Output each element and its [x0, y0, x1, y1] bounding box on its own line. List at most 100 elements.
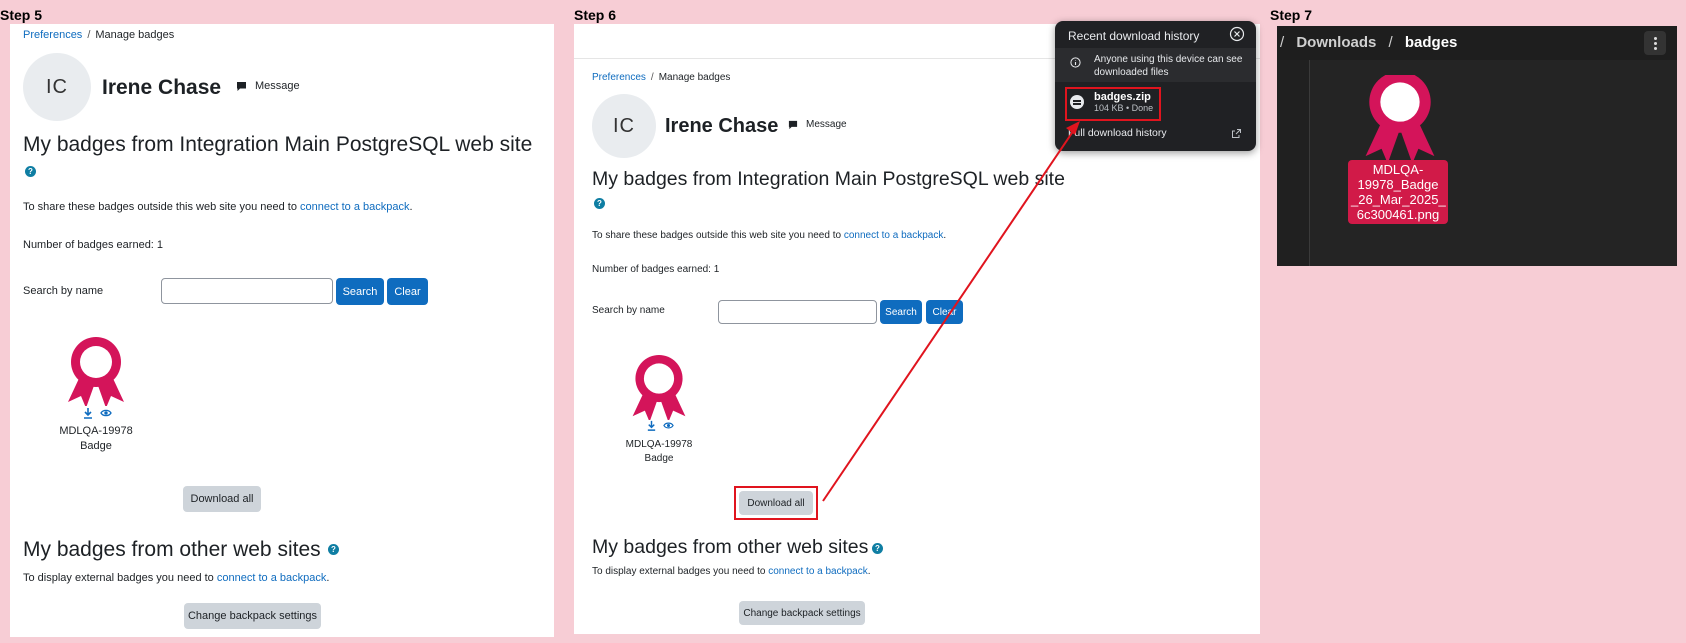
file-name-line4: 6c300461.png — [1356, 207, 1440, 222]
download-icon-6[interactable] — [646, 420, 657, 431]
badge-image-6[interactable] — [626, 354, 692, 422]
help-icon[interactable]: ? — [25, 166, 36, 177]
file-manager-window: / Downloads / badges MDLQA- 19978_Badge … — [1277, 26, 1677, 266]
external-text-prefix-6: To display external badges you need to — [592, 566, 766, 577]
search-button-6[interactable]: Search — [880, 300, 922, 324]
breadcrumb: Preferences / Manage badges — [23, 29, 174, 41]
zip-file-icon — [1070, 95, 1084, 109]
external-text-6: To display external badges you need to c… — [592, 566, 871, 577]
badge-actions — [77, 407, 117, 419]
help-icon-6[interactable]: ? — [594, 198, 605, 209]
breadcrumb-current: Manage badges — [95, 29, 175, 41]
avatar[interactable]: IC — [23, 53, 91, 121]
file-name-line2: 19978_Badge — [1357, 177, 1439, 192]
view-icon-6[interactable] — [663, 420, 674, 431]
download-all-button-6[interactable]: Download all — [739, 491, 813, 515]
avatar-6[interactable]: IC — [592, 94, 656, 158]
message-icon-6 — [788, 120, 798, 129]
step-7-label: Step 7 — [1270, 7, 1313, 23]
message-icon — [237, 81, 246, 91]
connect-backpack-link-6[interactable]: connect to a backpack — [844, 230, 944, 241]
search-input[interactable] — [161, 278, 333, 304]
badge-name-6[interactable]: MDLQA-19978 Badge — [612, 438, 706, 466]
user-name-6: Irene Chase — [665, 115, 779, 137]
external-link-icon[interactable] — [1231, 128, 1242, 139]
help-icon-other[interactable]: ? — [328, 544, 339, 555]
badge-name[interactable]: MDLQA-19978 Badge — [48, 424, 144, 454]
breadcrumb-current-6: Manage badges — [658, 72, 731, 83]
sidebar-strip — [1277, 60, 1310, 266]
file-name-line3: _26_Mar_2025_ — [1351, 192, 1446, 207]
badges-count-6: Number of badges earned: 1 — [592, 264, 720, 275]
view-icon[interactable] — [100, 407, 112, 419]
breadcrumb-preferences-link-6[interactable]: Preferences — [592, 72, 646, 83]
ribbon-badge-icon-6 — [632, 354, 686, 422]
share-text-suffix: . — [409, 201, 413, 213]
download-file-name: badges.zip — [1094, 91, 1151, 103]
file-name-line1: MDLQA- — [1372, 162, 1424, 177]
info-icon — [1070, 57, 1081, 68]
message-label: Message — [255, 80, 300, 92]
external-text-prefix: To display external badges you need to — [23, 572, 214, 584]
my-badges-heading: My badges from Integration Main PostgreS… — [23, 133, 533, 156]
step-6-label: Step 6 — [574, 7, 617, 23]
path-downloads[interactable]: Downloads — [1296, 34, 1376, 51]
full-download-history-link[interactable]: Full download history — [1068, 127, 1167, 139]
user-name: Irene Chase — [102, 76, 222, 99]
help-icon-other-6[interactable]: ? — [872, 543, 883, 554]
search-button[interactable]: Search — [336, 278, 384, 305]
other-sites-heading-6: My badges from other web sites — [592, 536, 869, 558]
file-thumbnail[interactable] — [1357, 75, 1443, 161]
breadcrumb-6: Preferences / Manage badges — [592, 72, 730, 83]
path-leading-separator: / — [1280, 34, 1285, 51]
download-history-popup: Recent download history Anyone using thi… — [1055, 21, 1256, 151]
change-backpack-button-6[interactable]: Change backpack settings — [739, 601, 865, 625]
badge-actions-6 — [640, 420, 680, 431]
download-info-line1: Anyone using this device can see — [1094, 54, 1243, 65]
message-button[interactable]: Message — [236, 80, 300, 92]
connect-backpack-link-2[interactable]: connect to a backpack — [217, 572, 326, 584]
download-info-line2: downloaded files — [1094, 67, 1169, 78]
close-icon[interactable] — [1229, 26, 1245, 42]
external-text-suffix-6: . — [867, 566, 871, 577]
download-info-text: Anyone using this device can see downloa… — [1094, 53, 1242, 79]
share-text-6: To share these badges outside this web s… — [592, 230, 946, 241]
share-text: To share these badges outside this web s… — [23, 201, 413, 213]
connect-backpack-link[interactable]: connect to a backpack — [300, 201, 409, 213]
path-badges[interactable]: badges — [1405, 34, 1458, 51]
download-item[interactable]: badges.zip 104 KB • Done — [1094, 91, 1153, 113]
badge-name-line2: Badge — [80, 440, 112, 452]
clear-button-6[interactable]: Clear — [926, 300, 963, 324]
download-popup-title: Recent download history — [1068, 29, 1200, 43]
change-backpack-button[interactable]: Change backpack settings — [184, 603, 321, 629]
search-label: Search by name — [23, 285, 104, 297]
share-text-prefix-6: To share these badges outside this web s… — [592, 230, 842, 241]
other-sites-heading: My badges from other web sites — [23, 538, 321, 561]
message-label-6: Message — [806, 119, 847, 130]
connect-backpack-link-6b[interactable]: connect to a backpack — [768, 566, 868, 577]
breadcrumb-separator-6: / — [650, 72, 654, 83]
download-all-button[interactable]: Download all — [183, 486, 261, 512]
download-file-meta: 104 KB • Done — [1094, 103, 1154, 113]
external-text: To display external badges you need to c… — [23, 572, 329, 584]
search-label-6: Search by name — [592, 305, 665, 316]
badges-count: Number of badges earned: 1 — [23, 239, 164, 251]
file-name-label[interactable]: MDLQA- 19978_Badge _26_Mar_2025_ 6c30046… — [1348, 160, 1448, 224]
path-separator: / — [1388, 34, 1393, 51]
menu-kebab-icon[interactable] — [1644, 31, 1666, 55]
badge-image[interactable] — [61, 336, 131, 408]
search-input-6[interactable] — [718, 300, 877, 324]
ribbon-badge-icon — [68, 337, 124, 408]
path-bar: / Downloads / badges — [1280, 34, 1457, 51]
ribbon-badge-thumbnail-icon — [1365, 75, 1435, 161]
share-text-suffix-6: . — [943, 230, 947, 241]
share-text-prefix: To share these badges outside this web s… — [23, 201, 297, 213]
breadcrumb-separator: / — [87, 29, 91, 41]
external-text-suffix: . — [326, 572, 330, 584]
message-button-6[interactable]: Message — [788, 119, 847, 130]
clear-button[interactable]: Clear — [387, 278, 428, 305]
step-5-panel: Preferences / Manage badges IC Irene Chase… — [10, 24, 554, 637]
step-5-label: Step 5 — [0, 7, 43, 23]
download-icon[interactable] — [82, 407, 94, 419]
breadcrumb-preferences-link[interactable]: Preferences — [23, 29, 82, 41]
